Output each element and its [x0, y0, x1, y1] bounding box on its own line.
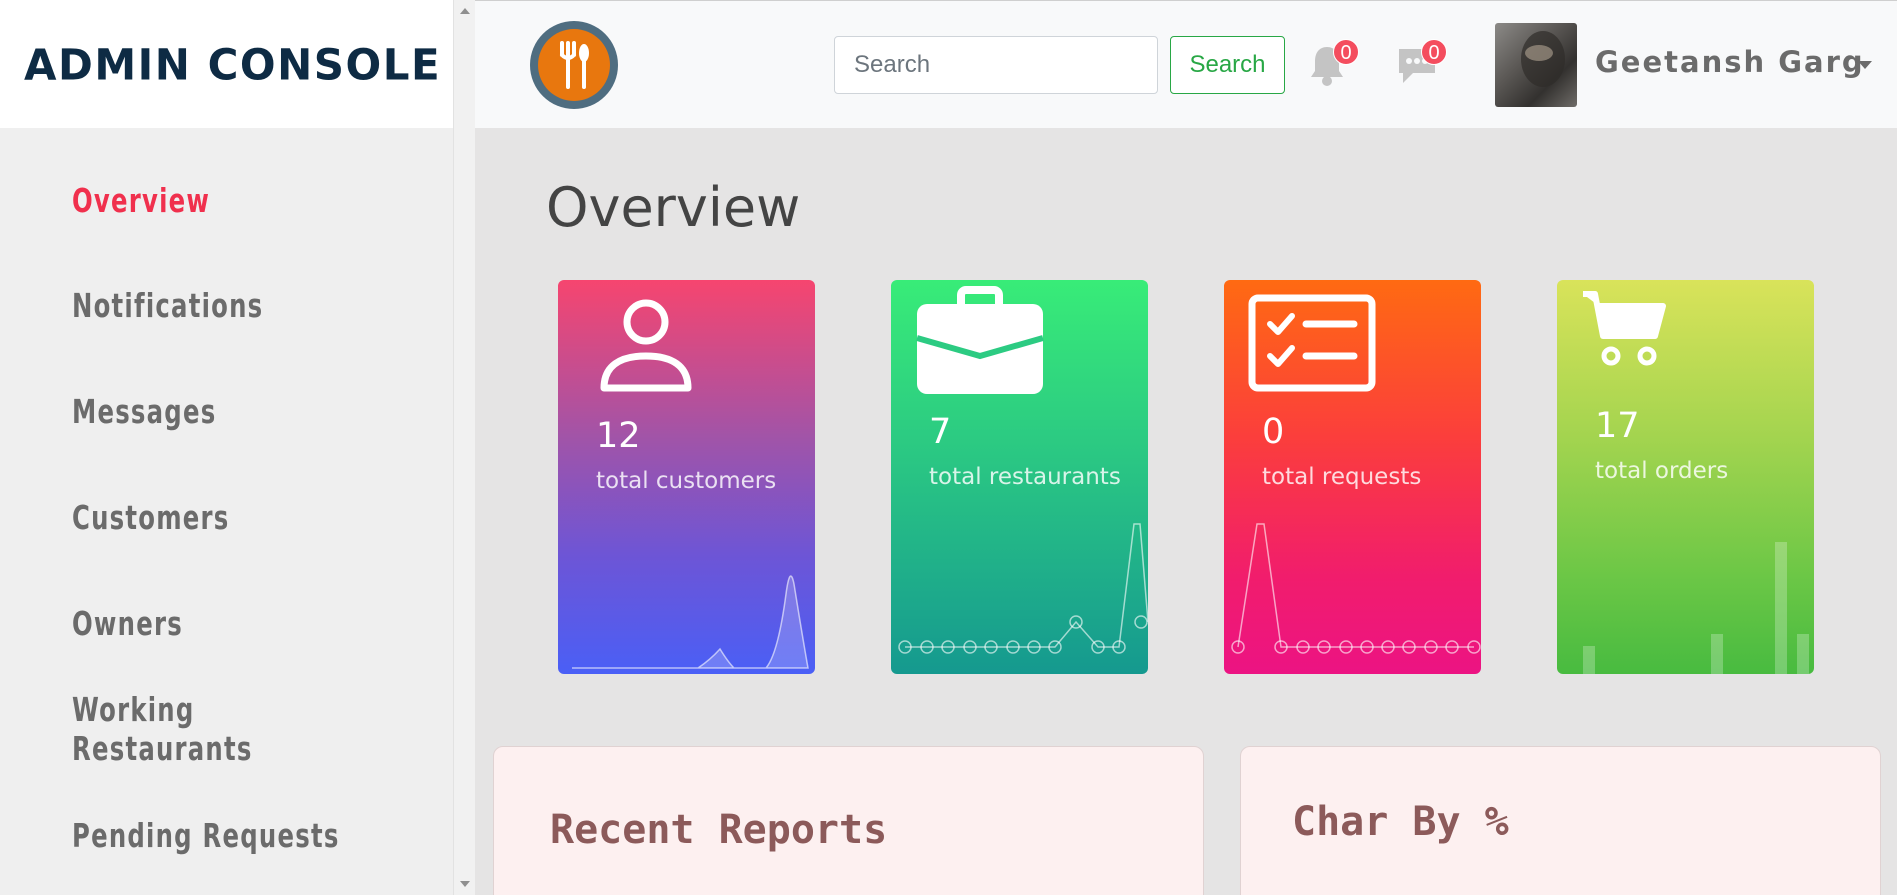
- sidebar-item-customers[interactable]: Customers: [0, 464, 453, 570]
- scroll-down-arrow-icon[interactable]: [460, 881, 470, 887]
- sidebar-item-label: Pending Requests: [72, 815, 340, 855]
- messages-button[interactable]: 0: [1395, 39, 1447, 89]
- sparkline-chart: [572, 575, 809, 669]
- sparkline-chart: [1583, 542, 1809, 674]
- stat-card-orders[interactable]: 17 total orders: [1557, 280, 1814, 674]
- sidebar-item-label: Customers: [72, 497, 230, 537]
- brand-title: ADMIN CONSOLE: [24, 39, 442, 89]
- top-header: Search 0 0 Geetansh Garg: [475, 0, 1897, 128]
- sidebar-item-messages[interactable]: Messages: [0, 358, 453, 464]
- sparkline-chart: [898, 523, 1148, 654]
- sidebar-item-label: Owners: [72, 603, 183, 643]
- stat-card-customers[interactable]: 12 total customers: [558, 280, 815, 674]
- recent-reports-panel: Recent Reports: [493, 746, 1204, 895]
- stat-card-restaurants[interactable]: 7 total restaurants: [891, 280, 1148, 674]
- card-label: total orders: [1595, 458, 1729, 484]
- chevron-down-icon[interactable]: [1858, 61, 1872, 69]
- avatar[interactable]: [1495, 23, 1577, 107]
- sidebar-item-working-restaurants[interactable]: Working Restaurants: [0, 676, 453, 782]
- sidebar: ADMIN CONSOLE Overview Notifications Mes…: [0, 0, 453, 895]
- fork-spoon-logo-icon[interactable]: [530, 21, 618, 109]
- sidebar-scrollbar[interactable]: [453, 0, 475, 895]
- user-icon: [600, 299, 692, 392]
- checklist-icon: [1248, 294, 1376, 392]
- card-count: 0: [1262, 412, 1285, 452]
- card-label: total restaurants: [929, 464, 1121, 490]
- search-input[interactable]: [834, 36, 1158, 94]
- card-count: 17: [1595, 406, 1640, 446]
- notifications-button[interactable]: 0: [1307, 39, 1359, 89]
- panel-title: Char By %: [1292, 799, 1509, 845]
- sparkline-chart: [1231, 523, 1481, 654]
- sidebar-item-overview[interactable]: Overview: [0, 148, 453, 252]
- briefcase-icon: [916, 286, 1044, 394]
- search-button[interactable]: Search: [1170, 36, 1285, 94]
- user-name[interactable]: Geetansh Garg: [1595, 45, 1865, 79]
- notifications-badge: 0: [1333, 39, 1359, 65]
- sidebar-item-label: Notifications: [72, 285, 264, 325]
- sidebar-item-label: Working Restaurants: [72, 690, 253, 768]
- card-count: 12: [596, 416, 641, 456]
- card-count: 7: [929, 412, 952, 452]
- stat-card-requests[interactable]: 0 total requests: [1224, 280, 1481, 674]
- sidebar-nav: Overview Notifications Messages Customer…: [0, 128, 453, 888]
- sidebar-item-label: Overview: [72, 180, 211, 220]
- card-label: total requests: [1262, 464, 1422, 490]
- page-title: Overview: [546, 176, 801, 239]
- panel-title: Recent Reports: [550, 807, 888, 853]
- sidebar-item-owners[interactable]: Owners: [0, 570, 453, 676]
- card-label: total customers: [596, 468, 777, 494]
- scroll-up-arrow-icon[interactable]: [460, 8, 470, 14]
- messages-badge: 0: [1421, 39, 1447, 65]
- chart-by-percent-panel: Char By %: [1240, 746, 1881, 895]
- sidebar-item-notifications[interactable]: Notifications: [0, 252, 453, 358]
- sidebar-item-pending-requests[interactable]: Pending Requests: [0, 782, 453, 888]
- sidebar-item-label: Messages: [72, 391, 217, 431]
- cart-icon: [1583, 291, 1666, 366]
- brand: ADMIN CONSOLE: [0, 0, 453, 128]
